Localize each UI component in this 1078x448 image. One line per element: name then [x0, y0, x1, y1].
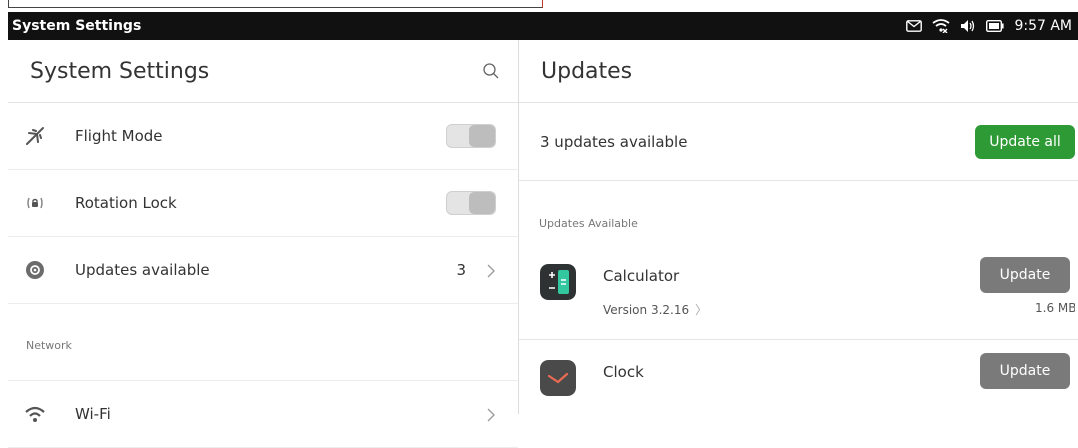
updates-page: Updates 3 updates available Update all U…: [519, 40, 1078, 414]
network-section-header: Network: [8, 304, 518, 381]
top-panel: System Settings 9:57 AM: [8, 12, 1078, 40]
app-version[interactable]: Version 3.2.16 〉: [603, 301, 707, 318]
updates-title: Updates: [541, 59, 633, 84]
rotation-lock-label: Rotation Lock: [75, 194, 177, 212]
rotation-lock-icon: [22, 190, 48, 216]
wifi-icon[interactable]: [932, 19, 950, 33]
wifi-icon: [22, 401, 48, 427]
clock-app-icon: [540, 360, 576, 396]
app-update-calculator[interactable]: Calculator Version 3.2.16 〉 1.6 MB Update: [519, 244, 1078, 340]
wifi-row[interactable]: Wi-Fi: [8, 381, 518, 448]
settings-header: System Settings: [8, 40, 518, 103]
updates-icon: [22, 257, 48, 283]
updates-available-section-label: Updates Available: [539, 217, 638, 230]
wifi-label: Wi-Fi: [75, 405, 111, 423]
calculator-icon: [540, 264, 576, 300]
updates-available-row[interactable]: Updates available 3: [8, 237, 518, 304]
updates-count: 3: [456, 261, 466, 279]
chevron-right-icon: [486, 407, 496, 423]
indicator-area[interactable]: 9:57 AM: [906, 12, 1072, 40]
message-icon[interactable]: [906, 20, 923, 32]
page-title: System Settings: [30, 59, 210, 84]
search-icon[interactable]: [482, 62, 500, 80]
updates-available-label: Updates available: [75, 261, 210, 279]
app-name: Calculator: [603, 267, 680, 285]
update-all-button[interactable]: Update all: [975, 125, 1075, 159]
app-title: System Settings: [12, 18, 142, 34]
chevron-right-icon: [486, 263, 496, 279]
battery-icon[interactable]: [986, 20, 1005, 32]
clock[interactable]: 9:57 AM: [1014, 18, 1072, 34]
network-section-label: Network: [26, 339, 72, 352]
rotation-lock-row[interactable]: Rotation Lock: [8, 170, 518, 237]
update-button[interactable]: Update: [980, 257, 1070, 293]
flight-mode-toggle[interactable]: [446, 124, 496, 148]
flight-mode-label: Flight Mode: [75, 127, 163, 145]
app-update-clock[interactable]: Clock Update: [519, 340, 1078, 436]
updates-available-section: Updates Available: [519, 181, 1078, 244]
updates-header: Updates: [519, 40, 1078, 103]
app-name: Clock: [603, 363, 644, 381]
updates-available-text: 3 updates available: [540, 133, 688, 151]
window-frame-edge: [8, 0, 543, 8]
volume-icon[interactable]: [960, 19, 976, 33]
top-strip: [0, 0, 1078, 12]
rotation-lock-toggle[interactable]: [446, 191, 496, 215]
flight-mode-row[interactable]: Flight Mode: [8, 103, 518, 170]
airplane-icon: [22, 123, 48, 149]
update-button[interactable]: Update: [980, 353, 1070, 389]
app-size: 1.6 MB: [1035, 301, 1075, 315]
settings-sidebar: System Settings Flight Mode Rotation Loc…: [8, 40, 519, 448]
updates-summary-row: 3 updates available Update all: [519, 103, 1078, 181]
